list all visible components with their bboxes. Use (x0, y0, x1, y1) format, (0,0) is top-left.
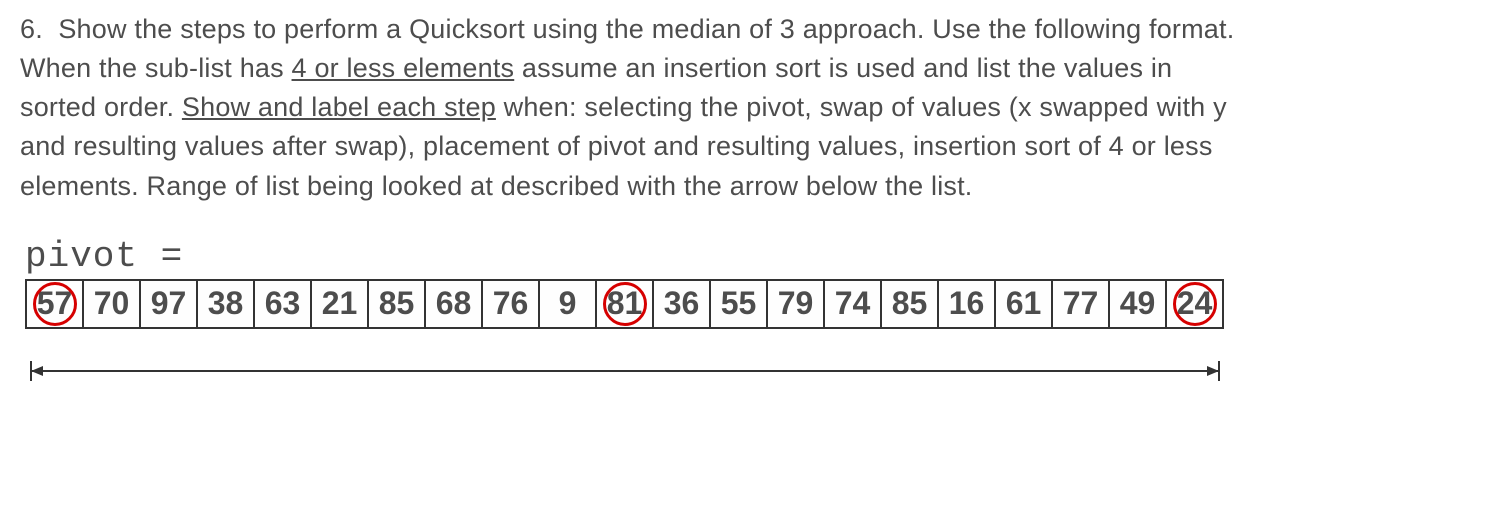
array-cell-17: 61 (994, 279, 1053, 329)
array-cell-9: 9 (538, 279, 597, 329)
array-cell-10: 81 (595, 279, 654, 329)
q-line1: Show the steps to perform a Quicksort us… (58, 14, 1234, 44)
q-line2a: When the sub-list has (20, 53, 292, 83)
array-cell-2: 97 (139, 279, 198, 329)
range-arrow (25, 359, 1479, 389)
array-cell-18: 77 (1051, 279, 1110, 329)
array-cell-20: 24 (1165, 279, 1224, 329)
array-cell-0: 57 (25, 279, 84, 329)
array-cell-5: 21 (310, 279, 369, 329)
pivot-label: pivot = (25, 236, 1479, 277)
q-line5: elements. Range of list being looked at … (20, 171, 973, 201)
q-line4: and resulting values after swap), placem… (20, 131, 1213, 161)
double-arrow-icon (25, 359, 1225, 383)
q-line2b: assume an insertion sort is used and lis… (514, 53, 1172, 83)
question-text: 6. Show the steps to perform a Quicksort… (20, 10, 1479, 206)
question-number: 6. (20, 14, 43, 44)
page: 6. Show the steps to perform a Quicksort… (0, 0, 1499, 389)
array-cell-4: 63 (253, 279, 312, 329)
array-cell-19: 49 (1108, 279, 1167, 329)
array-cell-12: 55 (709, 279, 768, 329)
array-cell-7: 68 (424, 279, 483, 329)
q-line3a: sorted order. (20, 92, 182, 122)
array-row: 5770973863218568769813655797485166177492… (25, 279, 1479, 329)
array-cell-14: 74 (823, 279, 882, 329)
array-cell-16: 16 (937, 279, 996, 329)
array-cell-8: 76 (481, 279, 540, 329)
array-cell-11: 36 (652, 279, 711, 329)
q-line3b: when: selecting the pivot, swap of value… (496, 92, 1227, 122)
array-cell-3: 38 (196, 279, 255, 329)
q-line2-underline: 4 or less elements (292, 53, 515, 83)
array-cell-15: 85 (880, 279, 939, 329)
array-cell-13: 79 (766, 279, 825, 329)
array-cell-1: 70 (82, 279, 141, 329)
q-line3-underline: Show and label each step (182, 92, 496, 122)
array-cell-6: 85 (367, 279, 426, 329)
